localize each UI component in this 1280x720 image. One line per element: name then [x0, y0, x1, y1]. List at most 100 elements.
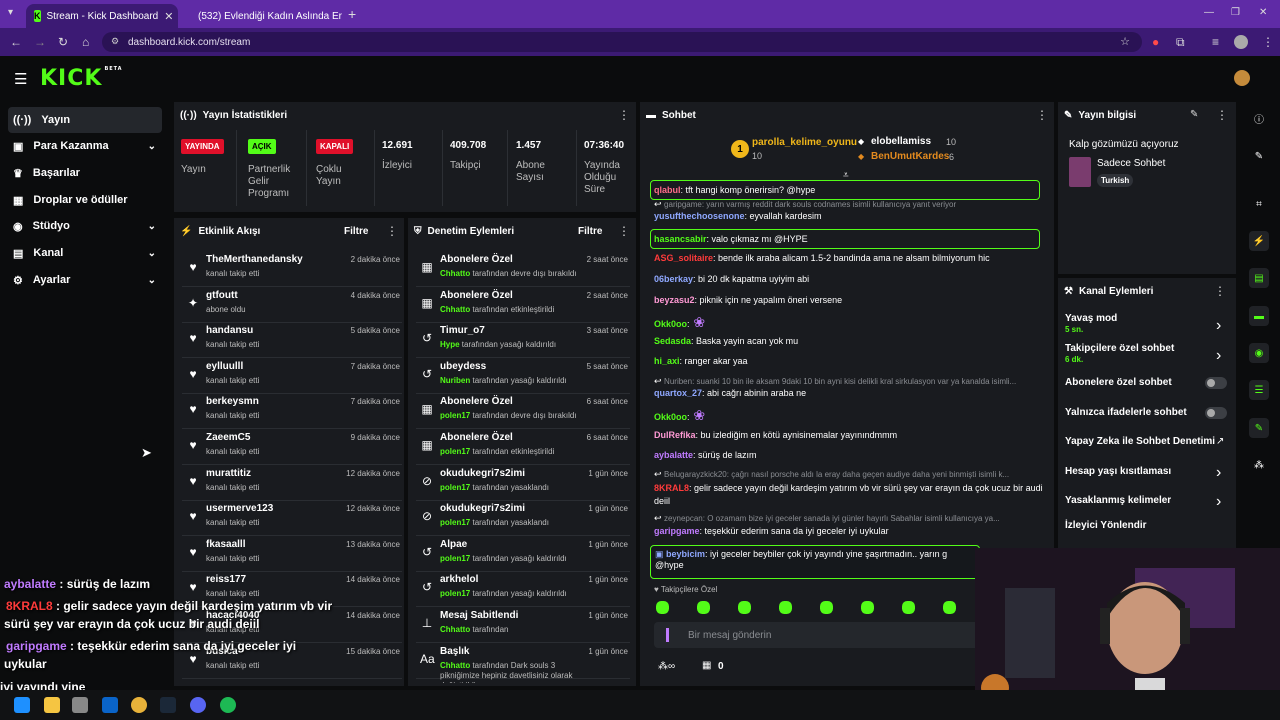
wrench-icon[interactable]: ✎: [1249, 418, 1269, 438]
third-gifter-name[interactable]: BenUmutKardes: [871, 151, 949, 162]
second-gifter-name[interactable]: elobellamiss: [871, 136, 931, 147]
activity-username[interactable]: fkasaalll: [206, 539, 245, 550]
windows-start-icon[interactable]: [14, 697, 30, 713]
moderation-target[interactable]: Timur_o7: [440, 325, 485, 336]
sidebar-item-para-kazanma[interactable]: ▣ Para Kazanma ⌄: [8, 133, 162, 159]
chat-message[interactable]: Okk0oo: ❀: [654, 407, 1044, 424]
discord-icon[interactable]: [190, 697, 206, 713]
channel-action-label[interactable]: Yasaklanmış kelimeler: [1065, 495, 1171, 506]
activity-row[interactable]: ✦ gtfoutt abone oldu 4 dakika önce: [182, 287, 402, 323]
chat-username[interactable]: DulRefika: [654, 430, 696, 440]
chat-username[interactable]: quartox_27: [654, 388, 702, 398]
users-icon[interactable]: ⁂∞: [658, 661, 675, 672]
moderation-target[interactable]: Abonelere Özel: [440, 396, 513, 407]
moderator-name[interactable]: Hype: [440, 340, 460, 349]
chat-message[interactable]: beyzasu2: piknik için ne yapalım öneri v…: [654, 295, 1044, 305]
moderation-icon[interactable]: ☰: [1249, 380, 1269, 400]
chat-message[interactable]: yusufthechoosenone: eyvallah kardesim: [654, 211, 1044, 221]
moderator-name[interactable]: polen17: [440, 411, 470, 420]
home-icon[interactable]: ⌂: [82, 35, 89, 49]
more-options-icon[interactable]: ⋮: [618, 108, 630, 122]
chevron-right-icon[interactable]: ›: [1216, 347, 1221, 365]
moderation-target[interactable]: ubeydess: [440, 361, 486, 372]
activity-row[interactable]: ♥ berkeysmn kanalı takip etti 7 dakika önce: [182, 393, 402, 430]
moderator-name[interactable]: polen17: [440, 447, 470, 456]
emote-icon[interactable]: [656, 601, 669, 614]
chat-username[interactable]: hasancsabir: [654, 234, 707, 244]
moderation-target[interactable]: Abonelere Özel: [440, 254, 513, 265]
moderation-row[interactable]: ↺ arkhelol polen17 tarafından yasağı kaldı…: [416, 571, 630, 608]
info-icon[interactable]: ⓘ: [1249, 108, 1269, 128]
emote-icon[interactable]: [943, 601, 956, 614]
chat-username[interactable]: yusufthechoosenone: [654, 211, 745, 221]
chat-message[interactable]: Sedasda: Baska yayin acan yok mu: [654, 336, 1044, 346]
moderation-row[interactable]: ↺ Timur_o7 Hype tarafından yasağı kaldırıl…: [416, 322, 630, 359]
forward-icon[interactable]: →: [34, 35, 46, 49]
lightning-icon[interactable]: ⚡: [1249, 231, 1269, 251]
chat-username[interactable]: garipgame: [654, 526, 700, 536]
emote-icon[interactable]: [902, 601, 915, 614]
chat-username[interactable]: ASG_solitaire: [654, 253, 713, 263]
moderator-name[interactable]: Chhatto: [440, 661, 470, 670]
moderation-target[interactable]: okudukegri7s2imi: [440, 503, 525, 514]
chat-message[interactable]: DulRefika: bu izlediğim en kötü aynisine…: [654, 430, 1044, 440]
activity-row[interactable]: ♥ murattitiz kanalı takip etti 12 dakika ön…: [182, 465, 402, 501]
browser-menu-icon[interactable]: ⋮: [1262, 35, 1274, 49]
activity-username[interactable]: reiss177: [206, 574, 246, 585]
url-field[interactable]: ⚙ dashboard.kick.com/stream ☆: [102, 32, 1142, 52]
activity-row[interactable]: ♥ handansu kanalı takip etti 5 dakika önce: [182, 322, 402, 359]
moderation-row[interactable]: ↺ Alpae polen17 tarafından yasağı kaldırıl…: [416, 536, 630, 572]
moderator-name[interactable]: Chhatto: [440, 625, 470, 634]
sidebar-item-ayarlar[interactable]: ⚙ Ayarlar ⌄: [8, 267, 162, 293]
sidebar-item-studyo[interactable]: ◉ Stüdyo ⌄: [8, 213, 162, 239]
chat-message[interactable]: garipgame: teşekkür ederim sana da iyi g…: [654, 526, 1044, 536]
chat-message[interactable]: 8KRAL8: gelir sadece yayın değil kardeşi…: [654, 482, 1044, 510]
kick-logo[interactable]: KICK BETA: [40, 66, 123, 91]
maximize-icon[interactable]: ❐: [1231, 7, 1240, 18]
chat-bubble-icon[interactable]: ▬: [1249, 306, 1269, 326]
channel-action-label[interactable]: Yalnızca ifadelerle sohbet: [1065, 407, 1187, 418]
moderation-row[interactable]: ▦ Abonelere Özel Chhatto tarafından devre …: [416, 251, 630, 287]
channel-action-label[interactable]: Yavaş mod: [1065, 313, 1117, 324]
chat-username[interactable]: aybalatte: [654, 450, 693, 460]
filter-button[interactable]: Filtre: [344, 226, 368, 237]
chat-message[interactable]: 06berkay: bi 20 dk kapatma uyiyim abi: [654, 274, 1044, 284]
activity-row[interactable]: ♥ eylluulll kanalı takip etti 7 dakika önce: [182, 358, 402, 394]
emote-icon[interactable]: [861, 601, 874, 614]
pinned-message[interactable]: ▣ beybicim: iyi geceler beybiler çok iyi…: [650, 545, 980, 579]
reload-icon[interactable]: ↻: [58, 35, 68, 49]
channel-action-label[interactable]: Abonelere özel sohbet: [1065, 377, 1172, 388]
chat-message[interactable]: quartox_27: abi cağrı abinin araba ne: [654, 388, 1044, 398]
emote-icon[interactable]: [779, 601, 792, 614]
extensions-puzzle-icon[interactable]: ⧉: [1176, 35, 1185, 50]
activity-row[interactable]: ♥ TheMerthanedansky kanalı takip etti 2 dak…: [182, 251, 402, 287]
emote-icon[interactable]: [738, 601, 751, 614]
moderation-target[interactable]: Abonelere Özel: [440, 290, 513, 301]
chat-message[interactable]: hi_axi: ranger akar yaa: [654, 356, 1044, 366]
store-icon[interactable]: [72, 697, 88, 713]
moderator-name[interactable]: Nuriben: [440, 376, 470, 385]
moderation-row[interactable]: ⊘ okudukegri7s2imi polen17 tarafından yasa…: [416, 465, 630, 501]
profile-avatar[interactable]: [1234, 35, 1248, 49]
more-options-icon[interactable]: ⋮: [1036, 108, 1048, 122]
chat-username[interactable]: Sedasda: [654, 336, 691, 346]
sidebar-item-yayin[interactable]: ((·)) Yayın: [8, 107, 162, 133]
chat-username[interactable]: beyzasu2: [654, 295, 695, 305]
tab-search-icon[interactable]: ▾: [8, 7, 13, 18]
hamburger-menu-icon[interactable]: ☰: [14, 70, 27, 88]
edit-icon[interactable]: ✎: [1249, 146, 1269, 166]
moderation-row[interactable]: ▦ Abonelere Özel polen17 tarafından devre …: [416, 393, 630, 430]
chevron-right-icon[interactable]: ›: [1216, 464, 1221, 482]
activity-username[interactable]: usermerve123: [206, 503, 273, 514]
chevron-right-icon[interactable]: ›: [1216, 493, 1221, 511]
layout-icon[interactable]: ⌗: [1249, 194, 1269, 214]
sidebar-item-droplar[interactable]: ▦ Droplar ve ödüller: [8, 187, 162, 213]
spotify-icon[interactable]: [220, 697, 236, 713]
more-options-icon[interactable]: ⋮: [1214, 284, 1226, 298]
back-icon[interactable]: ←: [10, 35, 22, 49]
steam-icon[interactable]: [160, 697, 176, 713]
more-options-icon[interactable]: ⋮: [1216, 108, 1228, 122]
chat-reply-context[interactable]: ↩ zeynepcan: O ozamam bize iyi geceler s…: [654, 513, 1044, 524]
channel-action-label[interactable]: Yapay Zeka ile Sohbet Denetimi: [1065, 436, 1215, 447]
activity-username[interactable]: murattitiz: [206, 468, 251, 479]
